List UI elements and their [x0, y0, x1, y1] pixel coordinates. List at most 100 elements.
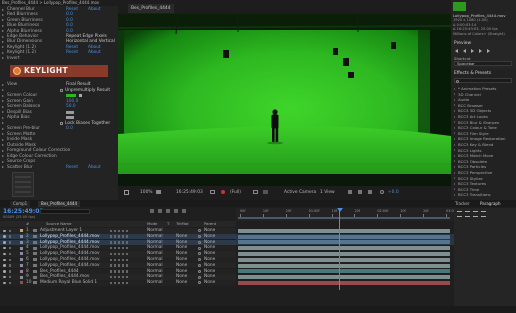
effects-presets-label[interactable]: Effects & Presets [454, 71, 491, 76]
category-expand-icon[interactable] [454, 87, 455, 90]
visibility-icon[interactable] [3, 229, 6, 232]
layer-switches[interactable] [110, 275, 130, 279]
effects-category[interactable]: BCC3 Blur & Sharpen [454, 120, 514, 125]
viewer-tab[interactable]: Bes_Profiles_4444 [128, 4, 174, 13]
toolbar-3d-icon[interactable] [358, 190, 362, 194]
expand-toggle-icon[interactable] [2, 160, 4, 163]
keylight-row[interactable]: Screen Matte [0, 132, 118, 137]
playhead[interactable] [339, 208, 340, 290]
toolbar-roi-icon[interactable] [253, 190, 258, 194]
label-color-swatch[interactable] [20, 246, 23, 250]
expand-toggle-icon[interactable] [2, 24, 4, 27]
work-area-bar[interactable] [238, 217, 450, 219]
label-color-swatch[interactable] [20, 234, 23, 238]
keylight-row[interactable]: Screen Pre-blur 0.0 [0, 126, 118, 131]
keylight-row[interactable]: Foreground Colour Correction [0, 148, 118, 153]
category-expand-icon[interactable] [454, 104, 455, 107]
layer-duration-bar[interactable] [238, 240, 450, 245]
visibility-icon[interactable] [3, 264, 6, 267]
layer-duration-bar[interactable] [238, 251, 450, 256]
expand-toggle-icon[interactable] [2, 19, 4, 22]
parent-pickwhip-icon[interactable] [198, 281, 201, 285]
parent-pickwhip-icon[interactable] [198, 252, 201, 256]
last-frame-icon[interactable] [487, 49, 490, 53]
label-color-swatch[interactable] [20, 229, 23, 233]
keylight-row-value[interactable]: Reset [66, 165, 78, 170]
layer-mode[interactable]: Normal [147, 234, 163, 240]
effects-category[interactable]: * Animation Presets [454, 86, 514, 91]
effects-category[interactable]: BCC3 Time [454, 187, 514, 192]
effects-category[interactable]: BCC3 Particles [454, 164, 514, 169]
layer-row[interactable]: 6 Lollypop_Profiles_4444.mov Normal None Non… [0, 257, 236, 263]
label-color-swatch[interactable] [20, 281, 23, 285]
effects-category[interactable]: BCC3 Transitions [454, 192, 514, 197]
visibility-icon[interactable] [3, 241, 6, 244]
effect-row-value[interactable]: 0.0 [66, 12, 73, 17]
effects-category[interactable]: BCC3 Art Looks [454, 114, 514, 119]
effects-category[interactable]: BCC3 Image Restoration [454, 136, 514, 141]
toolbar-snapshot-icon[interactable] [210, 190, 215, 194]
audio-icon[interactable] [9, 252, 11, 256]
visibility-icon[interactable] [3, 281, 6, 285]
layer-trkmat[interactable]: None [176, 263, 187, 269]
layer-row[interactable]: 1 Adjustment Layer 1 Normal None [0, 228, 236, 234]
toolbar-camera-icon[interactable] [156, 190, 161, 194]
toolbar-views-select[interactable]: 1 View [320, 190, 335, 195]
layer-mode[interactable]: Normal [147, 263, 163, 269]
layer-trkmat[interactable]: None [176, 234, 187, 240]
layer-switches[interactable] [110, 258, 130, 261]
effects-category[interactable]: BCC3 Perspective [454, 170, 514, 175]
current-timecode[interactable]: 16:25:49:03 [3, 208, 44, 215]
parent-pickwhip-icon[interactable] [198, 258, 201, 262]
eyedropper-icon[interactable] [79, 94, 82, 97]
visibility-icon[interactable] [3, 235, 6, 238]
visibility-icon[interactable] [3, 258, 6, 261]
play-icon[interactable] [471, 49, 474, 53]
category-expand-icon[interactable] [454, 160, 455, 163]
expand-toggle-icon[interactable] [2, 116, 4, 119]
layer-name[interactable]: Lollypop_Profiles_4444.mov [40, 251, 100, 257]
layer-trkmat[interactable]: None [176, 257, 187, 263]
layer-row[interactable]: 2 Lollypop_Profiles_4444.mov Normal None Non… [0, 233, 236, 240]
expand-toggle-icon[interactable] [2, 127, 4, 130]
effect-row[interactable]: Invert [0, 56, 118, 61]
toolbar-transparency-icon[interactable] [263, 190, 268, 194]
layer-mode[interactable]: Normal [147, 228, 163, 234]
label-color-swatch[interactable] [20, 263, 23, 267]
align-right-icon[interactable] [473, 211, 478, 217]
expand-toggle-icon[interactable] [2, 46, 4, 49]
layer-duration-bar[interactable] [238, 275, 450, 280]
category-expand-icon[interactable] [454, 149, 455, 152]
category-expand-icon[interactable] [454, 137, 455, 140]
time-ruler[interactable]: 00f 10f 20f 01:00f 10f 20f 02:00f 10f 20f 03:00f [236, 208, 457, 221]
toolbar-timecode[interactable]: 16:25:49:03 [176, 190, 203, 195]
expand-toggle-icon[interactable] [2, 35, 4, 38]
audio-icon[interactable] [9, 235, 11, 238]
label-color-swatch[interactable] [20, 252, 23, 256]
layer-parent[interactable]: None [204, 257, 215, 263]
layer-name[interactable]: Lollypop_Profiles_4444.mov [40, 234, 100, 240]
layer-row[interactable]: 8 Bes_Profiles_4444 Normal None None [0, 268, 236, 275]
layer-duration-bar[interactable] [238, 263, 450, 268]
viewer-canvas[interactable] [118, 14, 451, 186]
parent-pickwhip-icon[interactable] [198, 246, 201, 250]
visibility-icon[interactable] [3, 252, 6, 256]
keylight-row[interactable]: Screen Gain 100.0 [0, 99, 118, 104]
category-expand-icon[interactable] [454, 93, 455, 96]
bias-swatch[interactable] [66, 116, 74, 119]
expand-toggle-icon[interactable] [2, 122, 4, 124]
expand-toggle-icon[interactable] [2, 149, 4, 152]
layer-parent[interactable]: None [204, 228, 215, 234]
layer-name[interactable]: Medium Royal Blue Solid 1 [40, 280, 97, 286]
checkbox-icon[interactable] [60, 121, 63, 125]
category-expand-icon[interactable] [454, 121, 455, 124]
label-color-swatch[interactable] [20, 258, 23, 262]
visibility-icon[interactable] [3, 246, 6, 250]
expand-toggle-icon[interactable] [2, 94, 4, 97]
first-frame-icon[interactable] [455, 49, 458, 53]
layer-parent[interactable]: None [204, 234, 215, 240]
category-expand-icon[interactable] [454, 109, 455, 112]
expand-toggle-icon[interactable] [2, 40, 4, 43]
align-left-icon[interactable] [457, 211, 462, 217]
effect-row[interactable]: Blue Blurriness 0.0 [0, 23, 118, 28]
